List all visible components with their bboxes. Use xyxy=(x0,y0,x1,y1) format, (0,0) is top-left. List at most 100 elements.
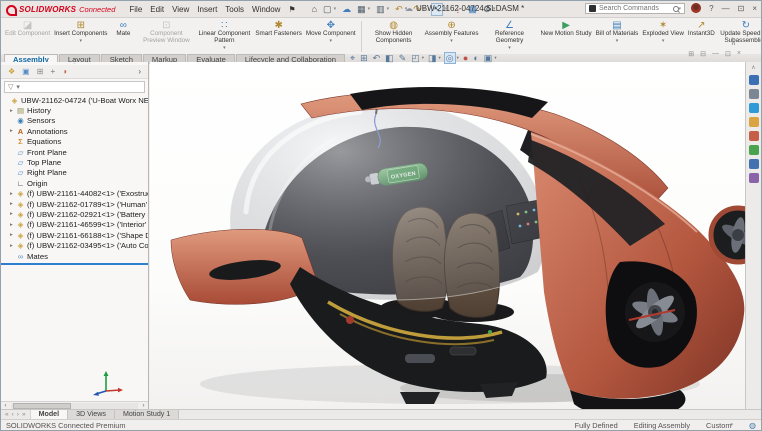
menu-file[interactable]: File xyxy=(126,5,145,14)
insert-components-button[interactable]: ⊞ Insert Components ▾ xyxy=(52,19,109,54)
previous-view-icon[interactable]: ↶ xyxy=(372,52,382,64)
menu-view[interactable]: View xyxy=(169,5,192,14)
edit-component-button[interactable]: ◪ Edit Component xyxy=(3,19,52,54)
tree-item-subassembly-battery[interactable]: ▸ ◈ (f) UBW-21162-02921<1> ('Battery S xyxy=(1,209,148,219)
edit-appearance-icon[interactable]: ● xyxy=(462,52,469,64)
next-tab-icon[interactable]: › xyxy=(17,411,19,418)
rollback-bar[interactable] xyxy=(1,263,148,266)
dynamic-annotation-icon[interactable]: ✎ xyxy=(398,52,408,64)
zoom-to-fit-icon[interactable]: ⌖ xyxy=(349,52,356,64)
view-settings-icon[interactable]: ▣ xyxy=(483,52,494,64)
display-style-icon[interactable]: ◨ xyxy=(427,52,438,64)
tree-item-subassembly-auto[interactable]: ▸ ◈ (f) UBW-21162-03495<1> ('Auto Co xyxy=(1,240,148,250)
caret-icon[interactable]: ▾ xyxy=(334,6,337,12)
solidworks-resources-icon[interactable] xyxy=(748,89,759,99)
hide-show-items-icon[interactable]: ◎ xyxy=(443,52,456,64)
bill-of-materials-button[interactable]: ▤ Bill of Materials ▾ xyxy=(594,19,641,54)
menu-insert[interactable]: Insert xyxy=(194,5,220,14)
tree-filter-box[interactable]: ▽ ▾ xyxy=(4,81,145,93)
caret-icon[interactable]: ▾ xyxy=(368,6,371,12)
toolbar-set-selector[interactable]: Custom ▾ xyxy=(706,421,733,430)
tree-item-subassembly-shape[interactable]: ▸ ◈ (f) UBW-21161-66188<1> ('Shape D xyxy=(1,230,148,240)
cloud-services-icon[interactable] xyxy=(748,103,759,113)
pin-menu-icon[interactable]: ⚑ xyxy=(285,5,298,14)
window-tile-icon[interactable]: ⊞ xyxy=(688,50,694,58)
menu-window[interactable]: Window xyxy=(249,5,283,14)
3d-model-submersible[interactable]: OXYGEN xyxy=(150,62,745,410)
3dexperience-status-icon[interactable]: ◍ xyxy=(749,421,756,430)
caret-icon[interactable]: ▾ xyxy=(457,55,459,61)
prev-tab-icon[interactable]: ‹ xyxy=(12,411,14,418)
tree-item-history[interactable]: ▸ ▤ History xyxy=(1,105,148,115)
new-motion-study-button[interactable]: ▶ New Motion Study xyxy=(539,19,594,54)
zoom-to-area-icon[interactable]: ⊞ xyxy=(359,52,369,64)
pack-and-go-icon[interactable] xyxy=(748,173,759,183)
caret-icon[interactable]: ▾ xyxy=(439,55,441,61)
tree-item-sensors[interactable]: ◉ Sensors xyxy=(1,116,148,126)
tree-item-subassembly-human[interactable]: ▸ ◈ (f) UBW-21162-01789<1> ('Human' xyxy=(1,199,148,209)
dropdown-caret-icon[interactable]: ▾ xyxy=(80,38,83,44)
appearances-scenes-icon[interactable] xyxy=(748,145,759,155)
dropdown-caret-icon[interactable]: ▾ xyxy=(616,38,619,44)
exploded-view-button[interactable]: ✶ Exploded View ▾ xyxy=(640,19,686,54)
window-cascade-icon[interactable]: ⊟ xyxy=(700,50,706,58)
display-manager-tab-icon[interactable]: ◑ xyxy=(62,66,67,78)
configuration-manager-tab-icon[interactable]: ⊞ xyxy=(37,66,44,78)
search-commands-box[interactable]: ▾ xyxy=(585,3,685,14)
feature-tree-tab-icon[interactable]: ❖ xyxy=(8,66,15,78)
first-tab-icon[interactable]: « xyxy=(5,411,9,418)
update-speedpak-button[interactable]: ↻ Update SpeedPak Subassemblies xyxy=(717,19,761,54)
tree-item-front-plane[interactable]: ▱ Front Plane xyxy=(1,147,148,157)
tree-item-subassembly-exostructure[interactable]: ▸ ◈ (f) UBW-21161-44082<1> ('Exostruc xyxy=(1,189,148,199)
view-palette-icon[interactable] xyxy=(748,131,759,141)
linear-component-pattern-button[interactable]: ∷ Linear Component Pattern ▾ xyxy=(195,19,253,54)
close-icon[interactable]: × xyxy=(752,4,757,13)
instant3d-button[interactable]: ↗ Instant3D xyxy=(686,19,717,54)
tree-root-assembly[interactable]: ◈ UBW-21162-04724 ('U-Boat Worx NEMO xyxy=(1,95,148,105)
restore-icon[interactable]: ⊡ xyxy=(738,4,745,13)
tab-motion-study-1[interactable]: Motion Study 1 xyxy=(114,410,180,419)
cloud-open-icon[interactable]: ☁ xyxy=(342,4,351,15)
help-icon[interactable]: ? xyxy=(709,4,713,13)
assembly-features-button[interactable]: ⊕ Assembly Features ▾ xyxy=(423,19,481,54)
smart-fasteners-button[interactable]: ✱ Smart Fasteners xyxy=(253,19,304,54)
tree-item-top-plane[interactable]: ▱ Top Plane xyxy=(1,157,148,167)
apply-scene-icon[interactable]: ◐ xyxy=(472,52,479,64)
tree-item-annotations[interactable]: ▸ A Annotations xyxy=(1,126,148,136)
home-3dexperience-icon[interactable]: ⌂ xyxy=(312,4,317,14)
tree-item-mates[interactable]: ∞ Mates xyxy=(1,251,148,261)
tree-item-right-plane[interactable]: ▱ Right Plane xyxy=(1,168,148,178)
search-input[interactable] xyxy=(599,5,671,12)
reference-geometry-button[interactable]: ∠ Reference Geometry ▾ xyxy=(481,19,539,54)
show-hidden-components-button[interactable]: ◍ Show Hidden Components xyxy=(365,19,423,54)
dropdown-caret-icon[interactable]: ▾ xyxy=(223,45,226,51)
window-minimize-icon[interactable]: — xyxy=(712,50,719,58)
undo-icon[interactable]: ↶ xyxy=(395,4,403,15)
move-component-button[interactable]: ✥ Move Component ▾ xyxy=(304,19,358,54)
mate-button[interactable]: ∞ Mate xyxy=(109,19,137,54)
component-preview-window-button[interactable]: ⊡ Component Preview Window xyxy=(137,19,195,54)
tree-item-subassembly-interior[interactable]: ▸ ◈ (f) UBW-21161-46599<1> ('Interior' xyxy=(1,220,148,230)
ribbon-collapse-icon[interactable]: ∧ xyxy=(731,39,736,47)
dropdown-caret-icon[interactable]: ▾ xyxy=(662,38,665,44)
dropdown-caret-icon[interactable]: ▾ xyxy=(450,38,453,44)
tree-item-equations[interactable]: Σ Equations xyxy=(1,137,148,147)
dimxpert-tab-icon[interactable]: + xyxy=(50,66,55,78)
last-tab-icon[interactable]: » xyxy=(22,411,26,418)
new-document-icon[interactable]: ▢ xyxy=(323,4,332,15)
print-icon[interactable]: ▥ xyxy=(376,4,385,15)
tree-item-origin[interactable]: ∟ Origin xyxy=(1,178,148,188)
graphics-viewport[interactable]: OXYGEN xyxy=(150,62,745,410)
caret-icon[interactable]: ▾ xyxy=(422,55,424,61)
caret-icon[interactable]: ▾ xyxy=(387,6,390,12)
task-pane-collapse-icon[interactable]: ∧ xyxy=(751,65,755,71)
tab-model[interactable]: Model xyxy=(30,410,69,419)
dropdown-caret-icon[interactable]: ▾ xyxy=(508,45,511,51)
window-restore-icon[interactable]: ⊡ xyxy=(725,50,731,58)
menu-edit[interactable]: Edit xyxy=(147,5,167,14)
view-orientation-icon[interactable]: ◰ xyxy=(410,52,421,64)
property-manager-tab-icon[interactable]: ▣ xyxy=(22,66,30,78)
custom-properties-icon[interactable] xyxy=(748,159,759,169)
caret-icon[interactable]: ▾ xyxy=(494,55,496,61)
file-explorer-icon[interactable] xyxy=(748,117,759,127)
